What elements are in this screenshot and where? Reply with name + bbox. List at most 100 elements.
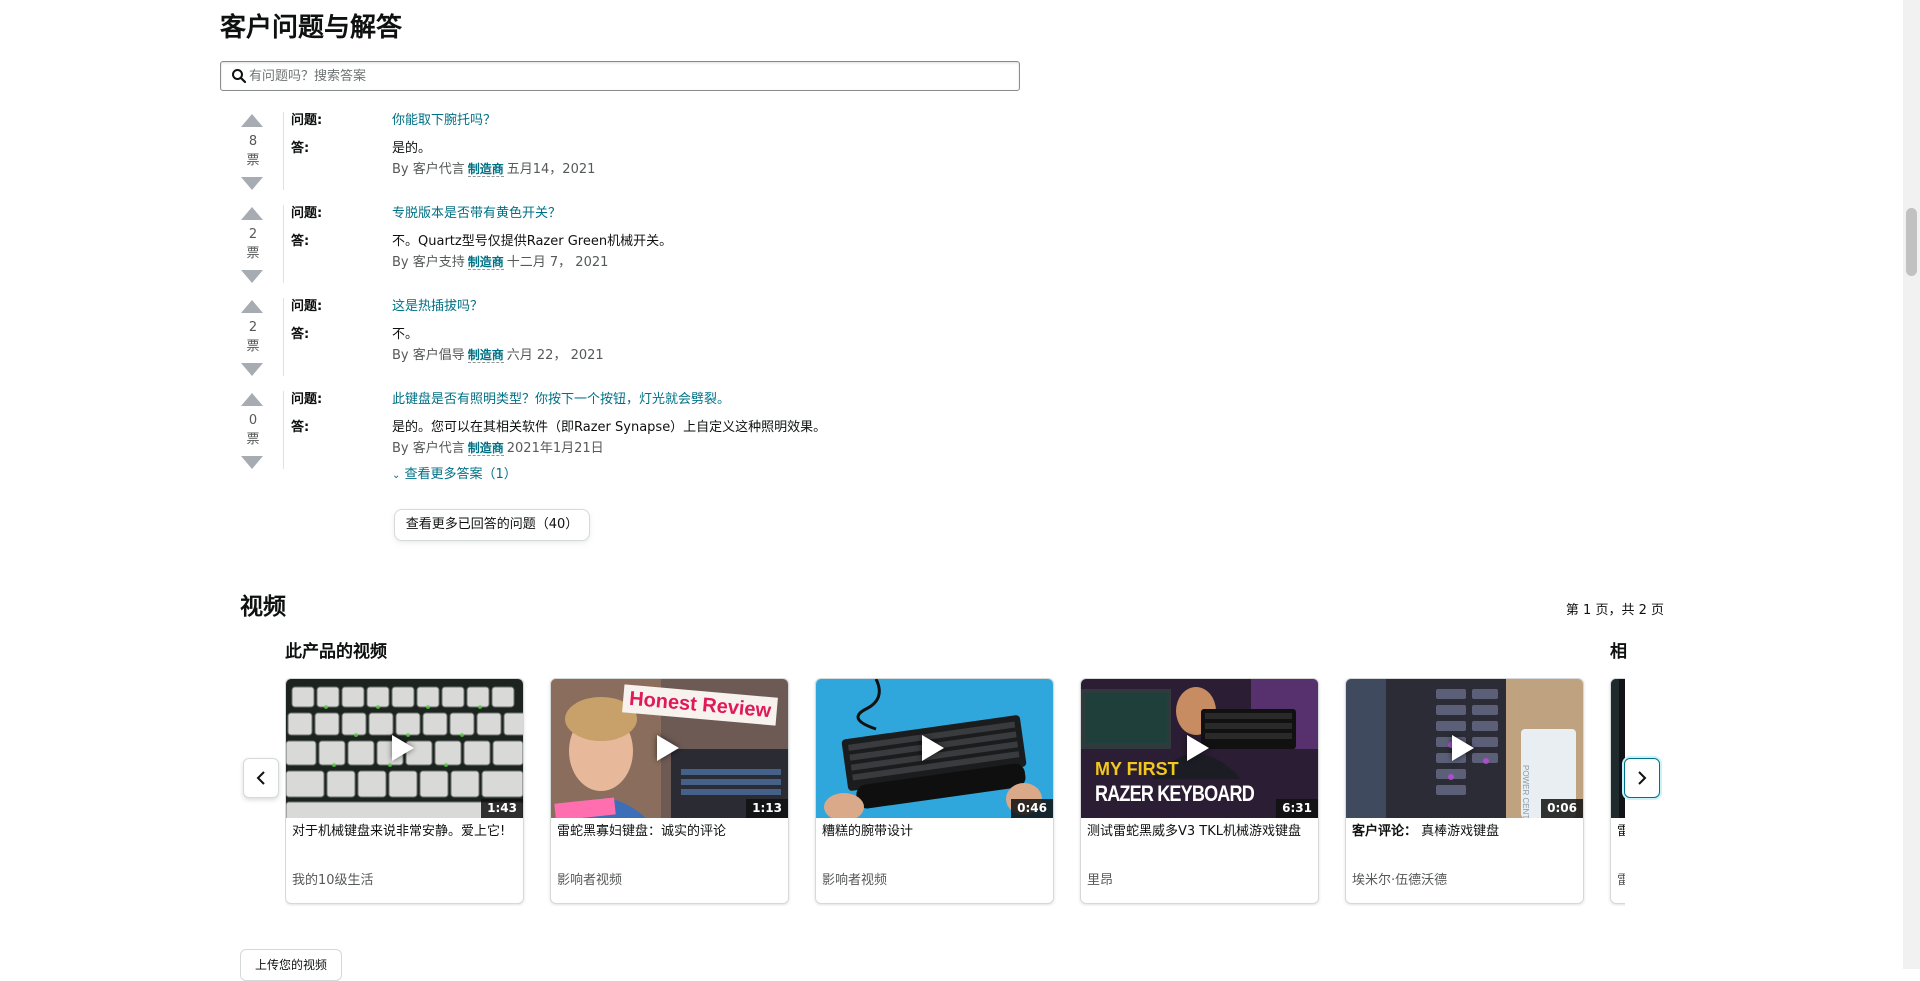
- question-label: 问题:: [291, 113, 323, 128]
- question-label: 问题:: [291, 206, 323, 221]
- video-title: 糟糕的腕带设计: [822, 824, 914, 839]
- answer-byline: By 客户倡导 制造商 六月 22， 2021: [392, 346, 604, 365]
- vote-count: 2: [248, 320, 258, 335]
- question-label: 问题:: [291, 392, 323, 407]
- chevron-left-icon: [256, 771, 265, 785]
- qa-search-box[interactable]: [220, 61, 1020, 91]
- video-card[interactable]: Honest Review 1:13 雷蛇黑寡妇键盘：诚实的评论 影响者视频: [550, 678, 789, 904]
- answer-text: 是的。您可以在其相关软件（即Razer Synapse）上自定义这种照明效果。: [392, 420, 827, 435]
- qa-section-title: 客户问题与解答: [220, 13, 403, 43]
- upload-video-button[interactable]: 上传您的视频: [240, 949, 342, 981]
- search-icon: [232, 69, 247, 84]
- answer-date: 2021年1月21日: [506, 441, 604, 456]
- answer-byline: By 客户支持 制造商 十二月 7， 2021: [392, 253, 608, 272]
- qa-divider: [283, 391, 284, 469]
- video-title: 测试雷蛇黑威多V3 TKL机械游戏键盘: [1087, 824, 1302, 839]
- question-link[interactable]: 这是热插拔吗？: [392, 298, 483, 316]
- downvote-icon[interactable]: [241, 177, 263, 190]
- manufacturer-badge[interactable]: 制造商: [467, 441, 504, 456]
- see-more-answers-link[interactable]: ⌄ 查看更多答案（1）: [392, 466, 517, 485]
- vote-count: 2: [248, 227, 258, 242]
- carousel-prev-button[interactable]: [243, 758, 279, 798]
- chevron-right-icon: [1638, 771, 1647, 785]
- manufacturer-badge[interactable]: 制造商: [467, 255, 504, 270]
- related-videos-heading: 相: [1610, 642, 1627, 662]
- qa-item: 2 票 问题: 答: 这是热插拔吗？ 不。 By 客户倡导 制造商 六月 22， 2…: [236, 298, 1136, 390]
- video-author: 影响者视频: [822, 873, 888, 888]
- qa-divider: [283, 205, 284, 283]
- vote-unit: 票: [246, 432, 260, 447]
- video-title-text: 真棒游戏键盘: [1421, 824, 1500, 839]
- video-author: 影响者视频: [557, 873, 623, 888]
- video-card[interactable]: 雷 雷: [1610, 678, 1625, 904]
- video-card[interactable]: MY FIRST RAZER KEYBOARD 6:31 测试雷蛇黑威多V3 T…: [1080, 678, 1319, 904]
- upvote-icon[interactable]: [241, 393, 263, 406]
- partial-thumbnail-image: [1611, 679, 1625, 818]
- video-card[interactable]: 1:43 对于机械键盘来说非常安静。爱上它! 我的10级生活: [285, 678, 524, 904]
- vote-count: 0: [248, 413, 258, 428]
- video-thumbnail: [1611, 679, 1625, 818]
- videos-section-title: 视频: [240, 594, 286, 620]
- video-author: 里昂: [1087, 873, 1114, 888]
- play-icon: [1187, 735, 1209, 761]
- vote-unit: 票: [246, 339, 260, 354]
- video-card[interactable]: 0:46 糟糕的腕带设计 影响者视频: [815, 678, 1054, 904]
- answer-label: 答:: [291, 420, 310, 435]
- answer-label: 答:: [291, 327, 310, 342]
- page-scrollbar-thumb[interactable]: [1906, 208, 1917, 276]
- play-icon: [657, 735, 679, 761]
- video-thumbnail: 0:46: [816, 679, 1053, 818]
- qa-item: 8 票 问题: 答: 你能取下腕托吗？ 是的。 By 客户代言 制造商 五月14，2…: [236, 112, 1136, 204]
- answer-date: 五月14，2021: [506, 162, 596, 177]
- vote-widget: 0 票: [236, 391, 270, 479]
- qa-divider: [283, 112, 284, 190]
- video-title: 客户评论： 真棒游戏键盘: [1352, 822, 1578, 841]
- answer-author: By 客户代言: [392, 162, 465, 177]
- qa-divider: [283, 298, 284, 376]
- video-card[interactable]: POWER CENTER 0:06 客户评论： 真棒游戏键盘 埃米尔·伍德沃德: [1345, 678, 1584, 904]
- upvote-icon[interactable]: [241, 207, 263, 220]
- manufacturer-badge[interactable]: 制造商: [467, 348, 504, 363]
- downvote-icon[interactable]: [241, 363, 263, 376]
- qa-search-input[interactable]: [249, 62, 1009, 90]
- question-link[interactable]: 专脱版本是否带有黄色开关？: [392, 205, 561, 223]
- answer-label: 答:: [291, 141, 310, 156]
- video-duration: 1:13: [746, 799, 788, 818]
- question-link[interactable]: 你能取下腕托吗？: [392, 112, 496, 130]
- upvote-icon[interactable]: [241, 300, 263, 313]
- video-thumbnail: POWER CENTER 0:06: [1346, 679, 1583, 818]
- videos-for-product-heading: 此产品的视频: [285, 642, 387, 662]
- play-icon: [392, 735, 414, 761]
- downvote-icon[interactable]: [241, 270, 263, 283]
- video-duration: 6:31: [1276, 799, 1318, 818]
- thumbnail-overlay-text: MY FIRST: [1095, 759, 1179, 779]
- vote-widget: 2 票: [236, 205, 270, 293]
- video-thumbnail: 1:43: [286, 679, 523, 818]
- thumbnail-overlay-text: RAZER KEYBOARD: [1095, 781, 1255, 806]
- see-more-questions-button[interactable]: 查看更多已回答的问题（40）: [394, 509, 590, 541]
- answer-label: 答:: [291, 234, 310, 249]
- video-thumbnail: Honest Review 1:13: [551, 679, 788, 818]
- answer-text: 不。: [392, 327, 419, 342]
- video-duration: 0:06: [1541, 799, 1583, 818]
- video-duration: 1:43: [481, 799, 523, 818]
- answer-date: 六月 22， 2021: [506, 348, 604, 363]
- power-center-label: POWER CENTER: [1521, 765, 1530, 818]
- question-link[interactable]: 此键盘是否有照明类型？你按下一个按钮，灯光就会劈裂。: [392, 391, 730, 409]
- page-scrollbar-track: [1903, 0, 1920, 969]
- question-label: 问题:: [291, 299, 323, 314]
- answer-date: 十二月 7， 2021: [506, 255, 609, 270]
- video-title: 雷蛇黑寡妇键盘：诚实的评论: [557, 824, 727, 839]
- vote-unit: 票: [246, 153, 260, 168]
- manufacturer-badge[interactable]: 制造商: [467, 162, 504, 177]
- answer-author: By 客户倡导: [392, 348, 465, 363]
- video-author: 埃米尔·伍德沃德: [1352, 873, 1448, 888]
- video-duration: 0:46: [1011, 799, 1053, 818]
- answer-text: 是的。: [392, 141, 432, 156]
- answer-text: 不。Quartz型号仅提供Razer Green机械开关。: [392, 234, 673, 249]
- carousel-next-button[interactable]: [1624, 758, 1660, 798]
- answer-byline: By 客户代言 制造商 2021年1月21日: [392, 439, 604, 458]
- vote-count: 8: [248, 134, 258, 149]
- downvote-icon[interactable]: [241, 456, 263, 469]
- upvote-icon[interactable]: [241, 114, 263, 127]
